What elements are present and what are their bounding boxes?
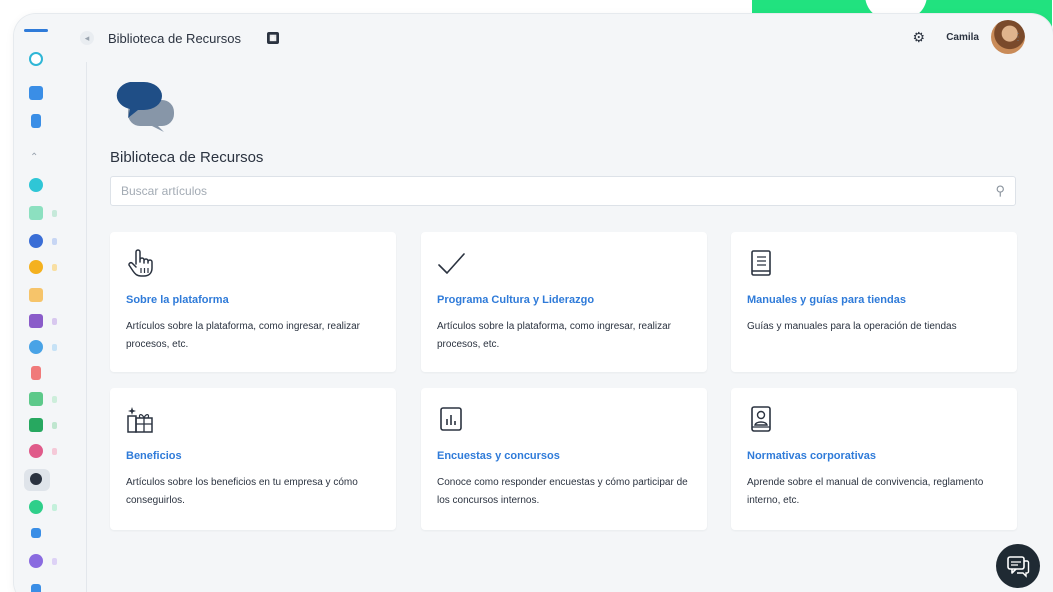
category-card-benefits[interactable]: Beneficios Artículos sobre los beneficio… [110, 388, 396, 530]
sidebar-smile-icon[interactable] [29, 178, 43, 192]
sidebar-subitem-dot [52, 344, 57, 351]
sidebar-subitem-dot [52, 210, 57, 217]
sidebar-archive-icon[interactable] [29, 314, 43, 328]
card-title[interactable]: Programa Cultura y Liderazgo [437, 294, 594, 306]
card-title[interactable]: Sobre la plataforma [126, 294, 229, 306]
settings-gear-icon[interactable]: ⚙ [912, 29, 925, 46]
sidebar-logo-icon[interactable] [29, 52, 43, 66]
sidebar-file-icon[interactable] [31, 366, 41, 380]
sidebar-divider [86, 62, 87, 592]
sidebar-calendar-icon[interactable] [29, 86, 43, 100]
sidebar-subitem-dot [52, 264, 57, 271]
user-name[interactable]: Camila [946, 32, 979, 43]
sidebar-star-icon[interactable] [29, 260, 43, 274]
card-description: Aprende sobre el manual de convivencia, … [747, 477, 984, 506]
search-input[interactable] [111, 177, 971, 205]
sidebar-tag-icon[interactable] [29, 554, 43, 568]
search-box[interactable]: ⚲ [110, 176, 1016, 206]
search-icon[interactable]: ⚲ [995, 183, 1005, 199]
user-menu-icon[interactable]: ⋮ [1013, 32, 1023, 43]
card-description: Conoce como responder encuestas y cómo p… [437, 477, 688, 506]
gift-icon [127, 407, 153, 433]
card-description: Guías y manuales para la operación de ti… [747, 321, 957, 332]
sidebar-subitem-dot [52, 238, 57, 245]
sidebar-trend-icon[interactable] [29, 500, 43, 514]
sidebar-sheet-icon[interactable] [29, 418, 43, 432]
card-title[interactable]: Encuestas y concursos [437, 450, 560, 462]
category-card-surveys[interactable]: Encuestas y concursos Conoce como respon… [421, 388, 707, 530]
category-card-manuals[interactable]: Manuales y guías para tiendas Guías y ma… [731, 232, 1017, 372]
sidebar-users-icon[interactable] [29, 340, 43, 354]
chat-support-button[interactable] [996, 544, 1040, 588]
sidebar-more-icon[interactable] [31, 584, 41, 592]
chat-bubbles-icon [116, 82, 174, 132]
back-arrow-icon[interactable]: ◂ [80, 31, 94, 45]
card-description: Artículos sobre los beneficios en tu emp… [126, 477, 358, 506]
sidebar-list-icon[interactable] [29, 206, 43, 220]
sidebar-resources-icon[interactable] [30, 473, 42, 485]
checkmark-icon [438, 253, 465, 274]
app-title: Biblioteca de Recursos [108, 31, 241, 46]
category-card-platform[interactable]: Sobre la plataforma Artículos sobre la p… [110, 232, 396, 372]
sidebar-subitem-dot [52, 504, 57, 511]
card-title[interactable]: Manuales y guías para tiendas [747, 294, 906, 306]
card-title[interactable]: Normativas corporativas [747, 450, 876, 462]
chat-icon [1007, 556, 1030, 578]
id-badge-icon [751, 406, 771, 432]
sidebar-org-chart-icon[interactable] [29, 444, 43, 458]
sidebar-subitem-dot [52, 422, 57, 429]
card-title[interactable]: Beneficios [126, 450, 182, 462]
sidebar-subitem-dot [52, 396, 57, 403]
hand-pointer-icon [128, 249, 153, 277]
top-bar: ◂ Biblioteca de Recursos ▦ ⚙ Camila ⋮ [80, 14, 1053, 60]
sidebar-accent-line [24, 29, 48, 32]
sidebar: ⌃ [14, 14, 87, 592]
bar-chart-icon [440, 407, 462, 431]
book-icon [751, 250, 771, 276]
sidebar-document-icon[interactable] [31, 114, 41, 128]
app-window: ⌃ ◂ Biblioteca de Recursos ▦ ⚙ Camila ⋮ … [14, 14, 1053, 592]
sidebar-collapse-chevron-icon[interactable]: ⌃ [30, 152, 38, 163]
sidebar-card-icon[interactable] [29, 392, 43, 406]
resources-icon: ▦ [267, 32, 279, 44]
category-card-culture[interactable]: Programa Cultura y Liderazgo Artículos s… [421, 232, 707, 372]
card-description: Artículos sobre la plataforma, como ingr… [126, 321, 360, 350]
sidebar-subitem-dot [52, 318, 57, 325]
sidebar-check-icon[interactable] [31, 528, 41, 538]
sidebar-subitem-dot [52, 558, 57, 565]
sidebar-subitem-dot [52, 448, 57, 455]
category-card-policies[interactable]: Normativas corporativas Aprende sobre el… [731, 388, 1017, 530]
sidebar-note-icon[interactable] [29, 288, 43, 302]
page-title: Biblioteca de Recursos [110, 149, 264, 166]
card-description: Artículos sobre la plataforma, como ingr… [437, 321, 671, 350]
sidebar-chat-icon[interactable] [29, 234, 43, 248]
